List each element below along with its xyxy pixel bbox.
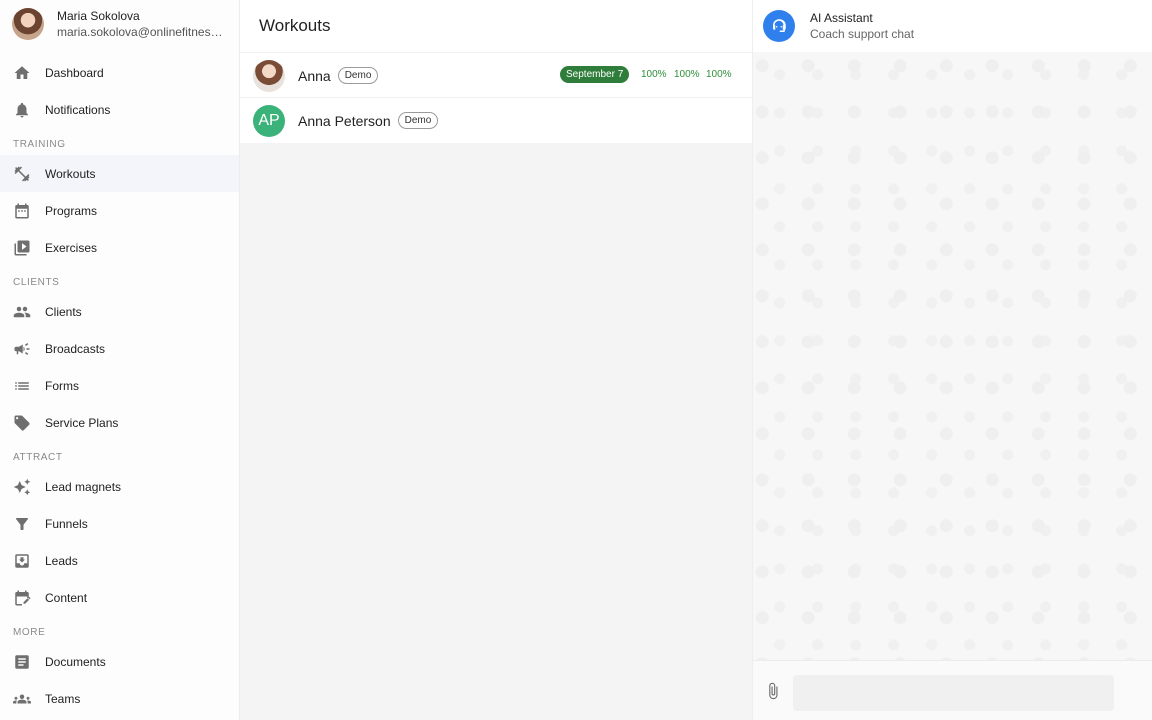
- completion-percent: 100%: [641, 69, 667, 80]
- groups-icon: [13, 690, 31, 708]
- sidebar-item-clients[interactable]: Clients: [0, 293, 239, 330]
- list-icon: [13, 377, 31, 395]
- sidebar-item-content[interactable]: Content: [0, 579, 239, 616]
- sidebar-item-label: Broadcasts: [45, 341, 106, 356]
- page-title: Workouts: [259, 16, 331, 35]
- user-name: Maria Sokolova: [57, 9, 140, 23]
- megaphone-icon: [13, 340, 31, 358]
- inbox-download-icon: [13, 552, 31, 570]
- chat-messages[interactable]: [753, 52, 1152, 660]
- sidebar: Maria Sokolova maria.sokolova@onlinefitn…: [0, 0, 240, 720]
- sidebar-item-funnels[interactable]: Funnels: [0, 505, 239, 542]
- completion-percent: 100%: [674, 69, 700, 80]
- sidebar-item-programs[interactable]: Programs: [0, 192, 239, 229]
- sidebar-item-label: Dashboard: [45, 65, 104, 80]
- sidebar-item-workouts[interactable]: Workouts: [0, 155, 239, 192]
- sidebar-item-label: Leads: [45, 553, 78, 568]
- sidebar-item-leads[interactable]: Leads: [0, 542, 239, 579]
- people-icon: [13, 303, 31, 321]
- sidebar-item-label: Clients: [45, 304, 82, 319]
- sparkle-icon: [13, 478, 31, 496]
- support-agent-icon: [773, 19, 786, 32]
- chat-subtitle: Coach support chat: [810, 27, 915, 41]
- user-avatar: [12, 8, 44, 40]
- funnel-icon: [13, 515, 31, 533]
- user-profile[interactable]: Maria Sokolova maria.sokolova@onlinefitn…: [12, 8, 232, 40]
- chat-header: AI Assistant Coach support chat: [753, 0, 1152, 52]
- assistant-avatar: [763, 10, 795, 42]
- section-title-attract: ATTRACT: [13, 452, 63, 463]
- demo-badge: Demo: [397, 112, 439, 129]
- sidebar-item-notifications[interactable]: Notifications: [0, 91, 239, 128]
- sidebar-item-label: Programs: [45, 203, 98, 218]
- sidebar-item-label: Teams: [45, 691, 81, 706]
- sidebar-item-label: Content: [45, 590, 88, 605]
- sidebar-item-label: Lead magnets: [45, 479, 122, 494]
- sidebar-item-label: Funnels: [45, 516, 88, 531]
- client-avatar: AP: [253, 104, 285, 137]
- sidebar-item-teams[interactable]: Teams: [0, 680, 239, 717]
- tag-icon: [13, 414, 31, 432]
- sidebar-item-label: Exercises: [45, 240, 98, 255]
- calendar-icon: [13, 202, 31, 220]
- message-input[interactable]: [793, 675, 1114, 711]
- sidebar-item-label: Workouts: [45, 166, 96, 181]
- bell-icon: [13, 101, 31, 119]
- calendar-edit-icon: [13, 589, 31, 607]
- sidebar-item-label: Service Plans: [45, 415, 119, 430]
- sidebar-item-service-plans[interactable]: Service Plans: [0, 404, 239, 441]
- client-name: Anna Peterson: [298, 112, 391, 129]
- dumbbell-icon: [13, 165, 31, 183]
- chat-title: AI Assistant: [810, 11, 873, 25]
- document-icon: [13, 653, 31, 671]
- chat-composer: [753, 660, 1152, 720]
- assistant-chat-panel: AI Assistant Coach support chat: [752, 0, 1152, 720]
- section-title-training: TRAINING: [13, 139, 66, 150]
- video-library-icon: [13, 239, 31, 257]
- section-title-clients: CLIENTS: [13, 277, 60, 288]
- workouts-header: Workouts: [240, 0, 752, 52]
- workouts-panel: Workouts Anna Demo September 7 100% 100%…: [240, 0, 752, 720]
- home-icon: [13, 64, 31, 82]
- section-title-more: MORE: [13, 627, 46, 638]
- date-badge: September 7: [560, 66, 630, 83]
- sidebar-item-broadcasts[interactable]: Broadcasts: [0, 330, 239, 367]
- sidebar-item-label: Notifications: [45, 102, 111, 117]
- paperclip-icon: [769, 682, 778, 700]
- workout-row[interactable]: Anna Demo September 7 100% 100% 100%: [240, 52, 752, 98]
- completion-percent: 100%: [706, 69, 732, 80]
- sidebar-item-documents[interactable]: Documents: [0, 643, 239, 680]
- attach-button[interactable]: [763, 681, 783, 701]
- sidebar-item-forms[interactable]: Forms: [0, 367, 239, 404]
- sidebar-item-label: Documents: [45, 654, 106, 669]
- demo-badge: Demo: [337, 67, 379, 84]
- sidebar-item-exercises[interactable]: Exercises: [0, 229, 239, 266]
- workout-row[interactable]: AP Anna Peterson Demo: [240, 97, 752, 143]
- client-avatar: [253, 59, 285, 92]
- sidebar-item-lead-magnets[interactable]: Lead magnets: [0, 468, 239, 505]
- user-email: maria.sokolova@onlinefitness....: [57, 25, 225, 39]
- sidebar-item-label: Forms: [45, 378, 79, 393]
- sidebar-item-dashboard[interactable]: Dashboard: [0, 54, 239, 91]
- client-name: Anna: [298, 67, 331, 84]
